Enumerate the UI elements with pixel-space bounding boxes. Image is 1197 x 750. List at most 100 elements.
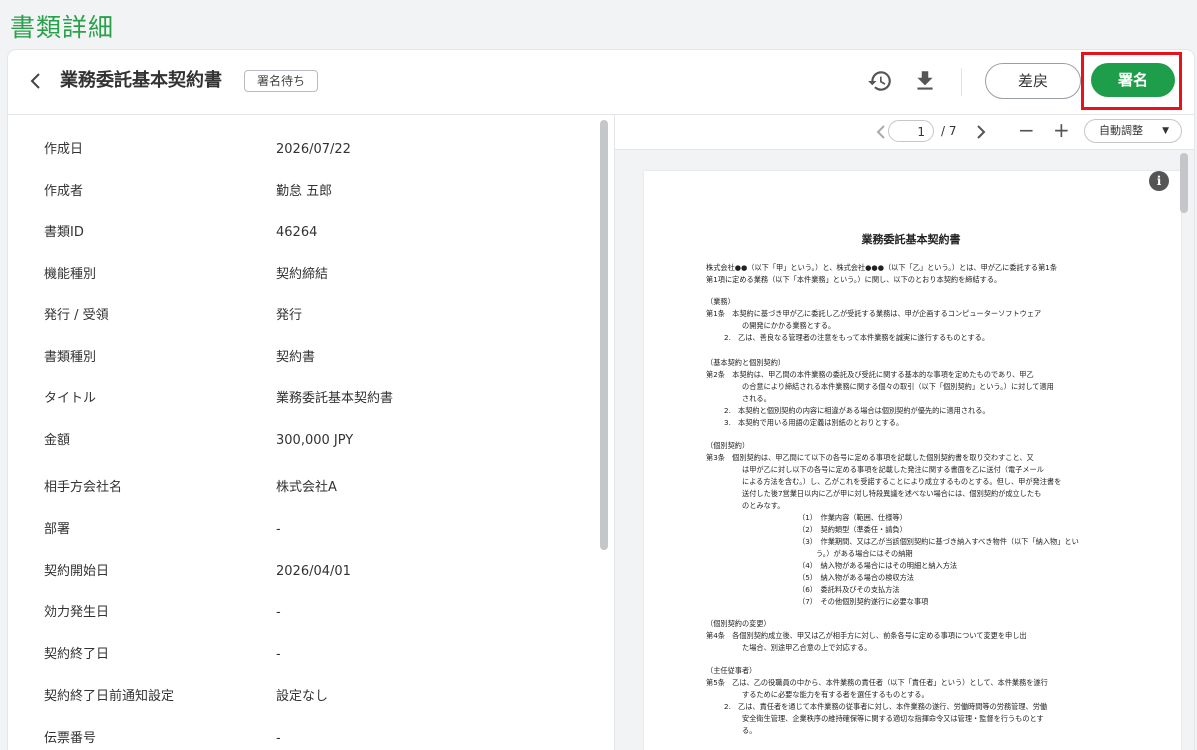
- pdf-line: による方法を含む。）し、乙がこれを受諾することにより成立するものとする。但し、甲…: [742, 477, 1062, 486]
- download-button[interactable]: [912, 68, 938, 94]
- detail-label: 契約開始日: [44, 564, 110, 579]
- info-icon[interactable]: i: [1149, 171, 1169, 191]
- detail-label: 作成者: [44, 184, 84, 199]
- detail-row: 契約終了日 -: [8, 635, 598, 675]
- detail-value: 設定なし: [276, 689, 329, 704]
- detail-label: 部署: [44, 522, 71, 537]
- return-button[interactable]: 差戻: [985, 63, 1081, 99]
- prev-page-button[interactable]: [875, 121, 887, 149]
- detail-label: 金額: [44, 433, 71, 448]
- page-number-input[interactable]: 1: [888, 120, 934, 142]
- pdf-line: （個別契約の変更）: [706, 619, 771, 628]
- detail-value: 2026/04/01: [276, 564, 351, 579]
- detail-value: 株式会社A: [276, 480, 337, 495]
- document-card: 業務委託基本契約書 署名待ち 差戻 署名 作成日 2026/07/22 作成者 勤怠 …: [8, 50, 1194, 750]
- pdf-line: のとみなす。: [742, 501, 785, 510]
- pdf-line: 第5条 乙は、乙の役職員の中から、本件業務の責任者（以下「責任者」という）として…: [706, 678, 1048, 687]
- next-page-button[interactable]: [975, 121, 987, 149]
- detail-label: 契約終了日前通知設定: [44, 689, 175, 704]
- detail-row: 契約終了日前通知設定 設定なし: [8, 677, 598, 717]
- pdf-line: 第2条 本契約は、甲乙間の本件業務の委託及び受託に関する基本的な事項を定めたもの…: [706, 370, 1034, 379]
- detail-row: 作成日 2026/07/22: [8, 130, 598, 170]
- pdf-line: う。）がある場合にはその納期: [816, 549, 913, 558]
- pdf-line: 安全衛生管理、企業秩序の維持確保等に関する適切な指揮命令又は管理・監督を行うもの…: [742, 714, 1044, 723]
- zoom-mode-select[interactable]: 自動調整 ▼: [1084, 119, 1182, 143]
- detail-value: -: [276, 647, 281, 662]
- pdf-line: 2. 乙は、責任者を通じて本件業務の従事者に対し、本件業務の遂行、労働時間等の労…: [724, 702, 1048, 711]
- detail-row: 金額 300,000 JPY: [8, 421, 598, 461]
- detail-panel: 作成日 2026/07/22 作成者 勤怠 五郎 書類ID 46264 機能種別 契約締結発行…: [8, 115, 614, 750]
- pdf-line: は甲が乙に対し以下の各号に定める事項を記載した発注に関する書面を乙に送付（電子メ…: [742, 465, 1044, 474]
- detail-value: 発行: [276, 308, 303, 323]
- detail-label: 発行 / 受領: [44, 308, 109, 323]
- pdf-line: 2. 本契約と個別契約の内容に相違がある場合は個別契約が優先的に適用される。: [724, 406, 990, 415]
- detail-row: 相手方会社名 株式会社A: [8, 468, 598, 508]
- pdf-line: （5） 納入物がある場合の検収方法: [798, 573, 914, 582]
- pdf-line: （7） その他個別契約遂行に必要な事項: [798, 597, 929, 606]
- pdf-line: （基本契約と個別契約）: [706, 358, 786, 367]
- detail-label: 機能種別: [44, 267, 97, 282]
- detail-row: 作成者 勤怠 五郎: [8, 172, 598, 212]
- detail-value: 300,000 JPY: [276, 433, 354, 448]
- document-header: 業務委託基本契約書 署名待ち 差戻 署名: [8, 50, 1194, 115]
- detail-row: 書類種別 契約書: [8, 338, 598, 378]
- detail-value: 契約書: [276, 350, 316, 365]
- pdf-line: （6） 委託料及びその支払方法: [798, 585, 900, 594]
- detail-row: 伝票番号 -: [8, 719, 598, 750]
- pdf-line: の合意により締結される本件業務に関する個々の取引（以下「個別契約」という。）に対…: [742, 382, 1054, 391]
- detail-label: 契約終了日: [44, 647, 110, 662]
- detail-scrollbar[interactable]: [600, 120, 608, 550]
- detail-label: タイトル: [44, 391, 97, 406]
- detail-row: 効力発生日 -: [8, 593, 598, 633]
- pdf-line: 2. 乙は、善良なる管理者の注意をもって本件業務を誠実に遂行するものとする。: [724, 333, 990, 342]
- pdf-line: 株式会社●●（以下「甲」という。）と、株式会社●●●（以下「乙」という。）とは、…: [706, 263, 1058, 272]
- pdf-line: される。: [742, 394, 771, 403]
- pdf-line: の開発にかかる業務とする。: [742, 321, 836, 330]
- pdf-line: （4） 納入物がある場合にはその明細と納入方法: [798, 561, 958, 570]
- viewer-toolbar: 1 / 7 − + 自動調整 ▼: [615, 115, 1194, 150]
- pdf-line: 第1項に定める業務（以下「本件業務」という。）に関し、以下のとおり本契約を締結す…: [706, 275, 1002, 284]
- zoom-mode-label: 自動調整: [1099, 124, 1143, 137]
- detail-value: -: [276, 731, 281, 746]
- pdf-line: た場合、別途甲乙合意の上で対応する。: [742, 643, 872, 652]
- page-title: 書類詳細: [10, 13, 115, 42]
- history-button[interactable]: [867, 68, 893, 94]
- pdf-line: （主任従事者）: [706, 666, 757, 675]
- pdf-line: 送付した後7営業日以内に乙が甲に対し特段異議を述べない場合には、個別契約が成立し…: [742, 489, 1042, 498]
- detail-row: タイトル 業務委託基本契約書: [8, 379, 598, 419]
- detail-row: 発行 / 受領 発行: [8, 296, 598, 336]
- pdf-page: 業務委託基本契約書 株式会社●●（以下「甲」という。）と、株式会社●●●（以下「…: [644, 171, 1181, 750]
- back-button[interactable]: [26, 68, 46, 94]
- chevron-left-icon: [30, 73, 40, 89]
- detail-value: 46264: [276, 225, 318, 240]
- detail-value: 契約締結: [276, 267, 329, 282]
- chevron-left-icon: [876, 125, 885, 139]
- pdf-line: （2） 契約類型（準委任・請負）: [798, 525, 907, 534]
- zoom-out-button[interactable]: −: [1018, 119, 1035, 141]
- detail-label: 作成日: [44, 142, 84, 157]
- caret-down-icon: ▼: [1162, 126, 1169, 136]
- detail-value: 2026/07/22: [276, 142, 351, 157]
- detail-row: 機能種別 契約締結: [8, 255, 598, 295]
- pdf-line: 第4条 各個別契約成立後、甲又は乙が相手方に対し、前条各号に定める事項について変…: [706, 631, 1027, 640]
- pdf-line: （1） 作業内容（範囲、仕様等）: [798, 513, 907, 522]
- detail-row: 部署 -: [8, 510, 598, 550]
- detail-label: 効力発生日: [44, 605, 110, 620]
- pdf-line: る。: [742, 726, 757, 735]
- pdf-line: （個別契約）: [706, 441, 750, 450]
- viewer-scrollbar[interactable]: [1180, 153, 1188, 213]
- pdf-line: 3. 本契約で用いる用語の定義は別紙のとおりとする。: [724, 418, 904, 427]
- detail-value: -: [276, 522, 281, 537]
- page-total: / 7: [941, 124, 957, 138]
- pdf-line: （3） 作業期間、又は乙が当該個別契約に基づき納入すべき物件（以下「納入物」とい: [798, 537, 1079, 546]
- detail-row: 書類ID 46264: [8, 213, 598, 253]
- pdf-line: 第1条 本契約に基づき甲が乙に委託し乙が受託する業務は、甲が企画するコンピュータ…: [706, 309, 1042, 318]
- detail-label: 書類種別: [44, 350, 97, 365]
- status-badge: 署名待ち: [244, 70, 319, 92]
- history-icon: [868, 71, 891, 91]
- header-divider: [961, 68, 962, 96]
- sign-button-highlight: [1081, 52, 1182, 110]
- pdf-title: 業務委託基本契約書: [861, 233, 961, 246]
- detail-row: 契約開始日 2026/04/01: [8, 552, 598, 592]
- zoom-in-button[interactable]: +: [1053, 119, 1070, 141]
